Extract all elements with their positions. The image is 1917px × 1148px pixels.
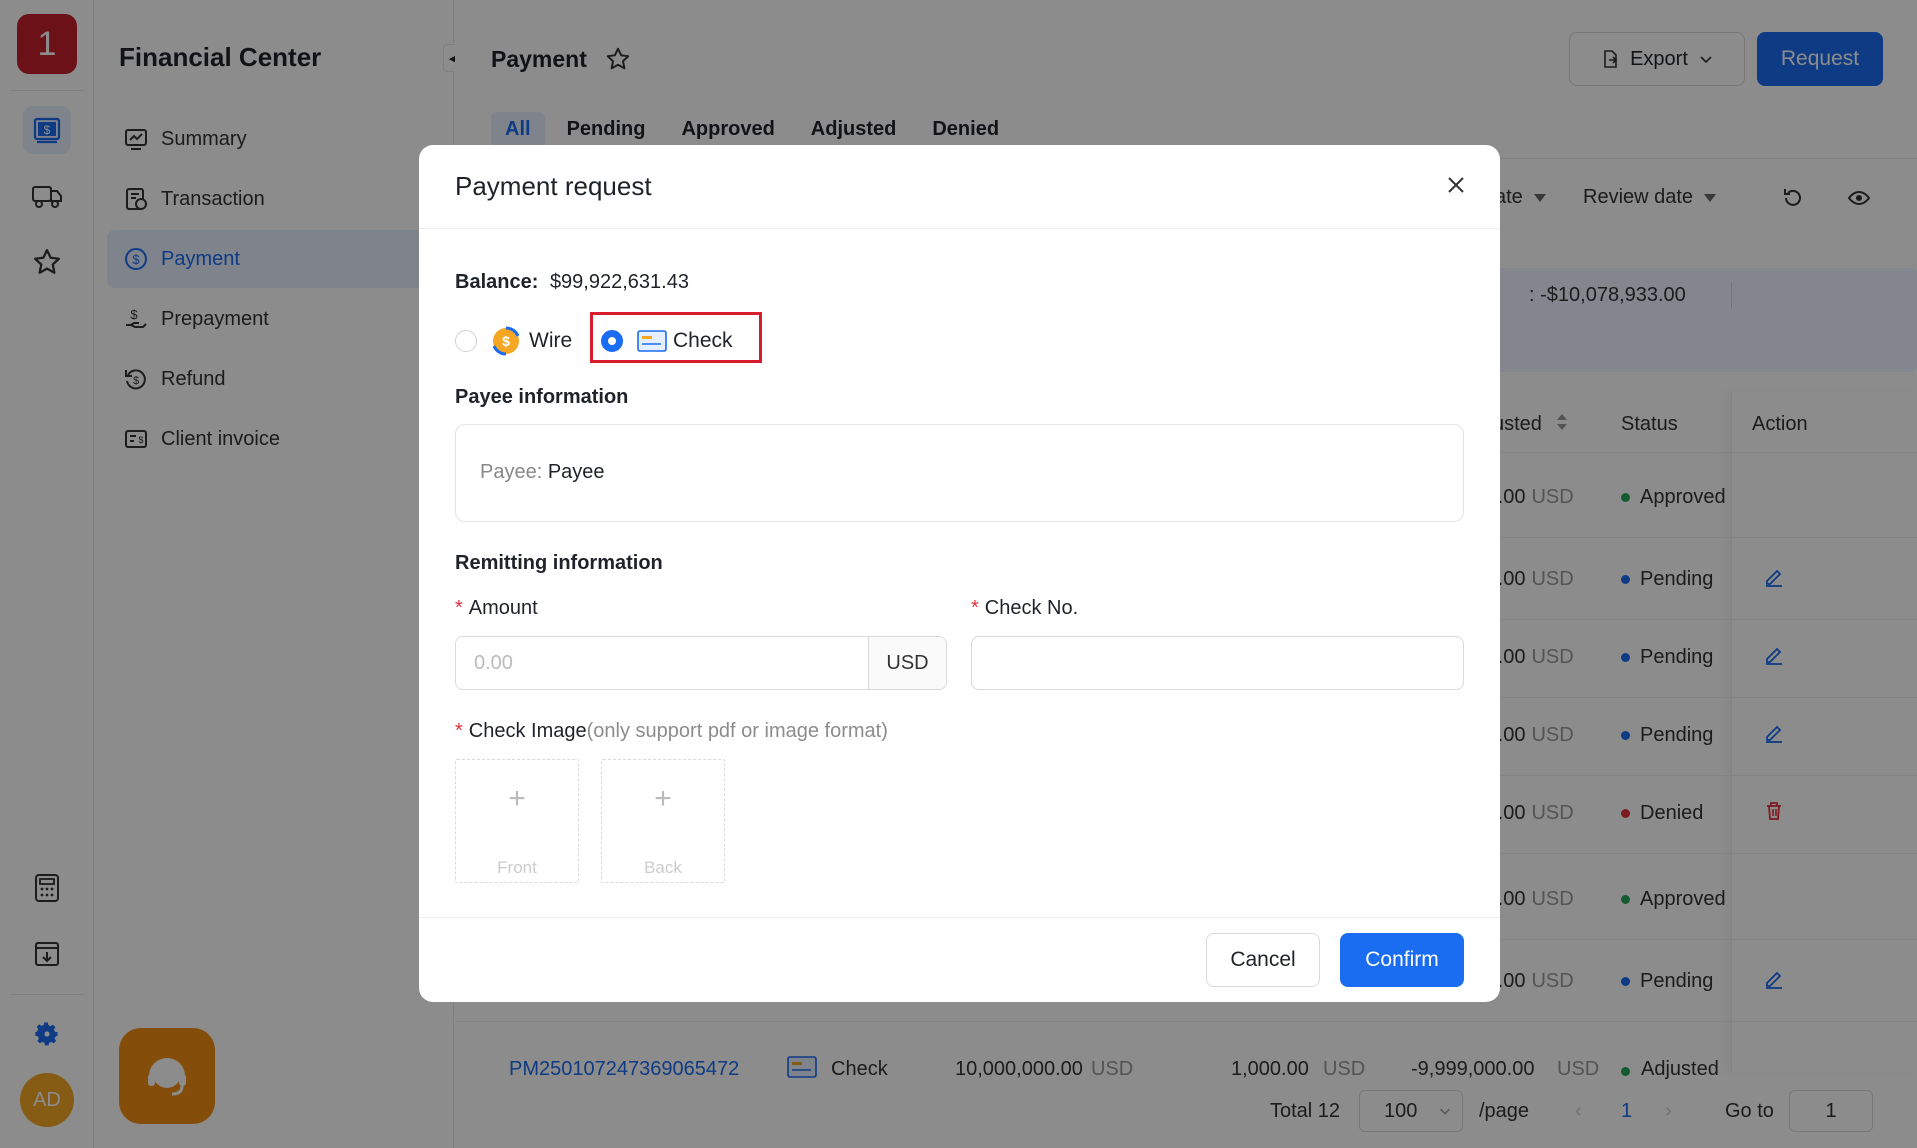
required-mark: * xyxy=(971,597,979,619)
amount-input[interactable] xyxy=(456,637,868,689)
modal-title: Payment request xyxy=(455,171,652,201)
wire-transfer-icon: $ xyxy=(492,326,520,356)
wire-radio[interactable] xyxy=(455,330,477,352)
cancel-button[interactable]: Cancel xyxy=(1206,933,1320,987)
wire-label: Wire xyxy=(529,329,573,352)
amount-field: USD xyxy=(455,636,947,690)
upload-back[interactable]: + Back xyxy=(601,759,725,883)
amount-label-text: Amount xyxy=(468,597,538,619)
remit-section-title: Remitting information xyxy=(455,552,663,574)
plus-icon: + xyxy=(654,782,672,815)
required-mark: * xyxy=(455,597,463,619)
check-no-label: * Check No. xyxy=(971,597,1078,620)
check-image-label: * Check Image(only support pdf or image f… xyxy=(455,720,888,743)
payment-request-modal: Payment request Balance: $99,922,631.43 … xyxy=(419,145,1500,1002)
balance-label: Balance: xyxy=(455,271,539,293)
svg-text:$: $ xyxy=(502,333,510,349)
upload-front[interactable]: + Front xyxy=(455,759,579,883)
payee-info-box: Payee: Payee xyxy=(455,424,1464,522)
check-no-label-text: Check No. xyxy=(984,597,1079,619)
check-no-input[interactable] xyxy=(971,636,1464,690)
check-label: Check xyxy=(673,329,733,352)
upload-back-label: Back xyxy=(644,858,682,877)
balance-line: Balance: $99,922,631.43 xyxy=(455,271,689,294)
modal-footer: Cancel Confirm xyxy=(419,917,1500,1002)
modal-header: Payment request xyxy=(419,145,1500,229)
payee-label: Payee: xyxy=(480,461,543,483)
required-mark: * xyxy=(455,720,463,742)
check-radio[interactable] xyxy=(601,330,623,352)
amount-label: * Amount xyxy=(455,597,538,620)
payee-value: Payee xyxy=(547,461,605,483)
payment-method-check[interactable]: Check xyxy=(601,317,733,365)
confirm-button[interactable]: Confirm xyxy=(1340,933,1464,987)
plus-icon: + xyxy=(508,782,526,815)
check-image-label-text: Check Image xyxy=(468,720,587,742)
payment-method-wire[interactable]: $ Wire xyxy=(455,317,572,365)
payee-section-title: Payee information xyxy=(455,386,629,408)
check-card-icon xyxy=(637,330,667,352)
balance-value: $99,922,631.43 xyxy=(549,271,689,293)
check-image-hint: (only support pdf or image format) xyxy=(586,720,888,742)
close-icon[interactable] xyxy=(1442,171,1470,199)
amount-currency-addon: USD xyxy=(868,637,946,689)
upload-front-label: Front xyxy=(497,858,537,877)
